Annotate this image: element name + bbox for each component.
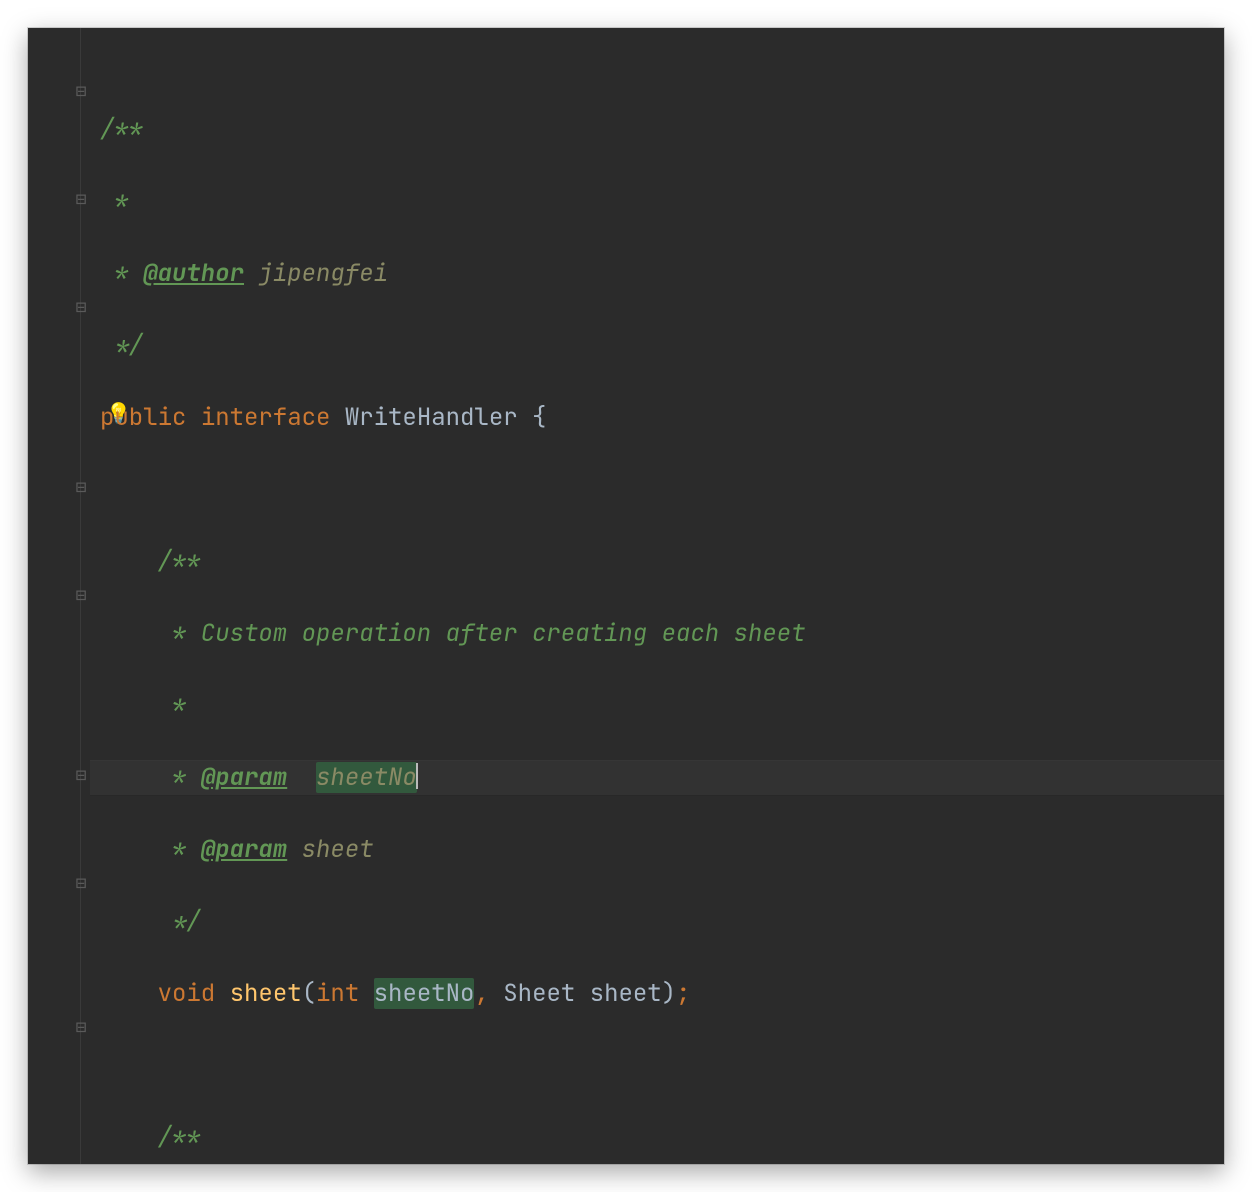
param-name: sheetNo: [316, 762, 417, 793]
kw-interface: interface: [201, 402, 331, 433]
method-name: sheet: [230, 978, 302, 1009]
code-line-active[interactable]: * @param sheetNo: [90, 760, 1224, 796]
code-line[interactable]: * @author jipengfei: [90, 256, 1224, 292]
fold-handle[interactable]: ⊟: [74, 877, 88, 891]
fold-handle[interactable]: ⊟: [74, 1021, 88, 1035]
javadoc-open: /**: [100, 114, 143, 145]
fold-handle[interactable]: ⊟: [74, 481, 88, 495]
param-tag: @param: [201, 834, 287, 865]
editor-window: ⊟ ⊟ ⊟ ⊟ ⊟ ⊟ ⊟ ⊟ 💡 /** * * @author jipeng…: [28, 28, 1224, 1164]
fold-handle[interactable]: ⊟: [74, 85, 88, 99]
code-line[interactable]: *: [90, 688, 1224, 724]
code-line[interactable]: *: [90, 184, 1224, 220]
code-line[interactable]: [90, 1048, 1224, 1084]
param-name: sheet: [302, 834, 374, 865]
code-line[interactable]: */: [90, 904, 1224, 940]
code-line[interactable]: /**: [90, 1120, 1224, 1156]
code-line[interactable]: */: [90, 328, 1224, 364]
fold-handle[interactable]: ⊟: [74, 589, 88, 603]
brace-open: {: [532, 402, 546, 433]
kw-public: public: [100, 402, 186, 433]
type-name: Sheet: [503, 978, 575, 1009]
code-line[interactable]: /**: [90, 112, 1224, 148]
fold-handle[interactable]: ⊟: [74, 769, 88, 783]
param-ident: sheetNo: [374, 978, 475, 1009]
code-line[interactable]: void sheet(int sheetNo, Sheet sheet);: [90, 976, 1224, 1012]
text-caret: [416, 763, 418, 789]
author-tag: @author: [143, 258, 244, 289]
param-ident: sheet: [590, 978, 662, 1009]
javadoc-open: /**: [100, 546, 201, 577]
code-line[interactable]: * Custom operation after creating each s…: [90, 616, 1224, 652]
javadoc-close: */: [100, 330, 143, 361]
javadoc-desc: * Custom operation after creating each s…: [100, 618, 806, 649]
gutter: ⊟ ⊟ ⊟ ⊟ ⊟ ⊟ ⊟ ⊟ 💡: [28, 28, 90, 1164]
code-area[interactable]: /** * * @author jipengfei */ public inte…: [90, 28, 1224, 1164]
code-line[interactable]: /**: [90, 544, 1224, 580]
fold-handle[interactable]: ⊟: [74, 301, 88, 315]
fold-handle[interactable]: ⊟: [74, 193, 88, 207]
javadoc-star: *: [100, 690, 186, 721]
javadoc-close: */: [100, 906, 201, 937]
code-line[interactable]: public interface WriteHandler {: [90, 400, 1224, 436]
kw-void: void: [158, 978, 216, 1009]
param-tag: @param: [201, 762, 287, 793]
javadoc-star: *: [100, 186, 129, 217]
code-line[interactable]: [90, 472, 1224, 508]
code-line[interactable]: * @param sheet: [90, 832, 1224, 868]
javadoc-author: * @author jipengfei: [100, 258, 388, 289]
class-name: WriteHandler: [345, 402, 518, 433]
kw-int: int: [316, 978, 359, 1009]
author-name: jipengfei: [258, 258, 388, 289]
javadoc-open: /**: [100, 1122, 201, 1153]
